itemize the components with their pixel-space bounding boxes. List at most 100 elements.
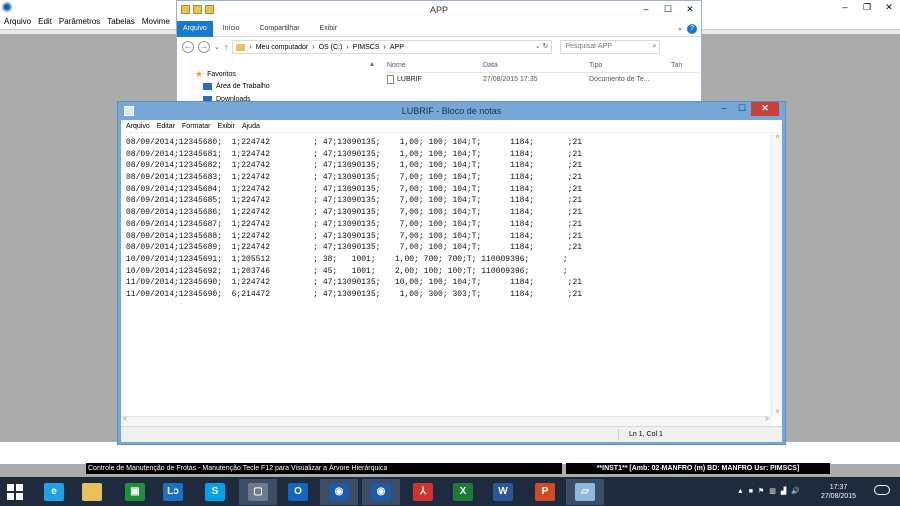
menu-ajuda[interactable]: Ajuda: [242, 123, 260, 130]
explorer-window-controls: – ☐ ✕: [635, 1, 701, 17]
menu-arquivo[interactable]: Arquivo: [4, 17, 31, 26]
address-bar[interactable]: › Meu computador › OS (C:) › PIMSCS › AP…: [232, 40, 553, 54]
forward-button[interactable]: →: [198, 41, 210, 53]
column-tipo[interactable]: Tipo: [589, 62, 671, 69]
taskbar-outlook[interactable]: O: [279, 479, 317, 505]
taskbar-acrobat[interactable]: ⅄: [404, 479, 442, 505]
search-icon[interactable]: ⌕: [652, 41, 656, 53]
text-line: 08/09/2014;12345687; 1;224742 ; 47;13090…: [126, 219, 583, 229]
back-button[interactable]: ←: [182, 41, 194, 53]
breadcrumb-meu-computador[interactable]: Meu computador: [256, 44, 309, 51]
maximize-icon[interactable]: ☐: [657, 1, 679, 17]
system-tray: ▲ ■ ⚑ ▥ ▟ 🔊: [737, 480, 800, 502]
maximize-icon[interactable]: ☐: [733, 102, 751, 116]
restore-icon[interactable]: ❐: [856, 0, 878, 14]
menu-movimentos[interactable]: Movime: [142, 17, 170, 26]
star-icon: ★: [195, 69, 204, 79]
close-icon[interactable]: ✕: [679, 1, 701, 17]
minimize-icon[interactable]: –: [834, 0, 856, 14]
menu-exibir[interactable]: Exibir: [217, 123, 235, 130]
taskbar-internet-explorer[interactable]: e: [35, 479, 73, 505]
taskbar-file-explorer[interactable]: [73, 479, 111, 505]
notepad-title: LUBRIF - Bloco de notas: [401, 106, 502, 116]
column-nome[interactable]: Nome: [387, 62, 483, 69]
up-button[interactable]: ↑: [224, 42, 229, 52]
signal-icon[interactable]: ▟: [781, 487, 786, 495]
clock[interactable]: 17:37 27/08/2015: [821, 483, 856, 501]
text-editor[interactable]: 08/09/2014;12345680; 1;224742 ; 47;13090…: [121, 134, 771, 416]
close-icon[interactable]: ✕: [751, 102, 779, 116]
flag-icon[interactable]: ⚑: [758, 487, 764, 495]
scroll-left-icon[interactable]: <: [123, 416, 127, 423]
show-hidden-icons-icon[interactable]: ▲: [737, 488, 744, 495]
taskbar-app-green[interactable]: ▣: [116, 479, 154, 505]
start-button[interactable]: [7, 484, 23, 500]
tab-compartilhar[interactable]: Compartilhar: [249, 25, 309, 32]
clock-date: 27/08/2015: [820, 493, 856, 500]
tab-arquivo[interactable]: Arquivo: [177, 20, 213, 37]
vertical-scrollbar[interactable]: ˄ ˅: [771, 134, 782, 416]
nav-pane-scroll-up[interactable]: ▲: [367, 61, 377, 105]
text-line: 08/09/2014;12345685; 1;224742 ; 47;13090…: [126, 196, 583, 206]
menu-parametros[interactable]: Parâmetros: [59, 17, 100, 26]
text-line: 08/09/2014;12345683; 1;224742 ; 47;13090…: [126, 173, 583, 183]
cloud-icon[interactable]: [874, 485, 890, 495]
column-tamanho[interactable]: Tan: [671, 62, 691, 69]
taskbar-pims-1[interactable]: ◉: [320, 479, 358, 505]
scroll-up-icon[interactable]: ˄: [772, 134, 783, 141]
scroll-right-icon[interactable]: >: [765, 416, 769, 423]
chevron-down-icon[interactable]: ⌄: [677, 24, 683, 34]
taskbar-excel[interactable]: X: [444, 479, 482, 505]
taskbar-word[interactable]: W: [484, 479, 522, 505]
menu-tabelas[interactable]: Tabelas: [107, 17, 135, 26]
taskbar-skype[interactable]: S: [196, 479, 234, 505]
app-icon: ▣: [125, 483, 145, 501]
menu-edit[interactable]: Edit: [38, 17, 52, 26]
column-data[interactable]: Data: [483, 62, 589, 69]
breadcrumb-app[interactable]: APP: [390, 44, 404, 51]
tab-exibir[interactable]: Exibir: [310, 25, 348, 32]
taskbar-powerpoint[interactable]: P: [526, 479, 564, 505]
menu-editar[interactable]: Editar: [157, 123, 175, 130]
search-input[interactable]: Pesquisar APP ⌕: [560, 40, 661, 54]
tab-inicio[interactable]: Início: [213, 25, 250, 32]
file-explorer-icon: [82, 483, 102, 501]
taskbar-lync[interactable]: Lɔ: [154, 479, 192, 505]
taskbar-pims-2[interactable]: ◉: [362, 479, 400, 505]
volume-icon[interactable]: 🔊: [791, 487, 800, 495]
explorer-address-row: ← → ⌄ ↑ › Meu computador › OS (C:) › PIM…: [177, 37, 701, 57]
breadcrumb-os-c[interactable]: OS (C:): [319, 44, 343, 51]
refresh-icon[interactable]: ⌄ ↻: [535, 42, 549, 50]
internet-explorer-icon: e: [44, 483, 64, 501]
background-window-controls: – ❐ ✕: [834, 0, 900, 14]
help-icon[interactable]: ?: [687, 23, 697, 34]
text-line: 08/09/2014;12345684; 1;224742 ; 47;13090…: [126, 184, 583, 194]
status-environment-text: **INST1** [Amb: 02-MANFRO (m) BD: MANFRO…: [566, 463, 830, 474]
file-type: Documento de Te...: [589, 76, 650, 83]
menu-arquivo[interactable]: Arquivo: [126, 123, 150, 130]
network-icon[interactable]: ▥: [769, 487, 776, 495]
background-statusbar: Controle de Manutenção de Frotas - Manut…: [0, 442, 900, 474]
recent-locations-icon[interactable]: ⌄: [214, 43, 220, 51]
menu-formatar[interactable]: Formatar: [182, 123, 210, 130]
taskbar-notepad[interactable]: ▱: [566, 479, 604, 505]
horizontal-scrollbar[interactable]: < >: [121, 416, 771, 426]
minimize-icon[interactable]: –: [635, 1, 657, 17]
scroll-down-icon[interactable]: ˅: [772, 409, 783, 416]
text-line: 08/09/2014;12345688; 1;224742 ; 47;13090…: [126, 231, 583, 241]
breadcrumb-separator: ›: [383, 43, 386, 51]
nav-favorites-label: Favoritos: [207, 71, 236, 78]
nav-favorites[interactable]: ★ Favoritos: [195, 69, 236, 80]
close-icon[interactable]: ✕: [878, 0, 900, 14]
file-date: 27/08/2015 17:35: [483, 76, 538, 83]
nav-desktop-label: Área de Trabalho: [216, 83, 270, 90]
breadcrumb-pimscs[interactable]: PIMSCS: [353, 44, 380, 51]
navigation-pane: ★ Favoritos Área de Trabalho Downloads: [177, 59, 382, 105]
tray-app-icon[interactable]: ■: [749, 488, 753, 495]
nav-desktop[interactable]: Área de Trabalho: [203, 83, 270, 90]
taskbar-remote-app[interactable]: ▢: [239, 479, 277, 505]
file-row[interactable]: LUBRIF 27/08/2015 17:35 Documento de Te.…: [387, 73, 699, 86]
text-line: 08/09/2014;12345689; 1;224742 ; 47;13090…: [126, 243, 583, 253]
lync-icon: Lɔ: [163, 483, 183, 501]
minimize-icon[interactable]: –: [715, 102, 733, 116]
